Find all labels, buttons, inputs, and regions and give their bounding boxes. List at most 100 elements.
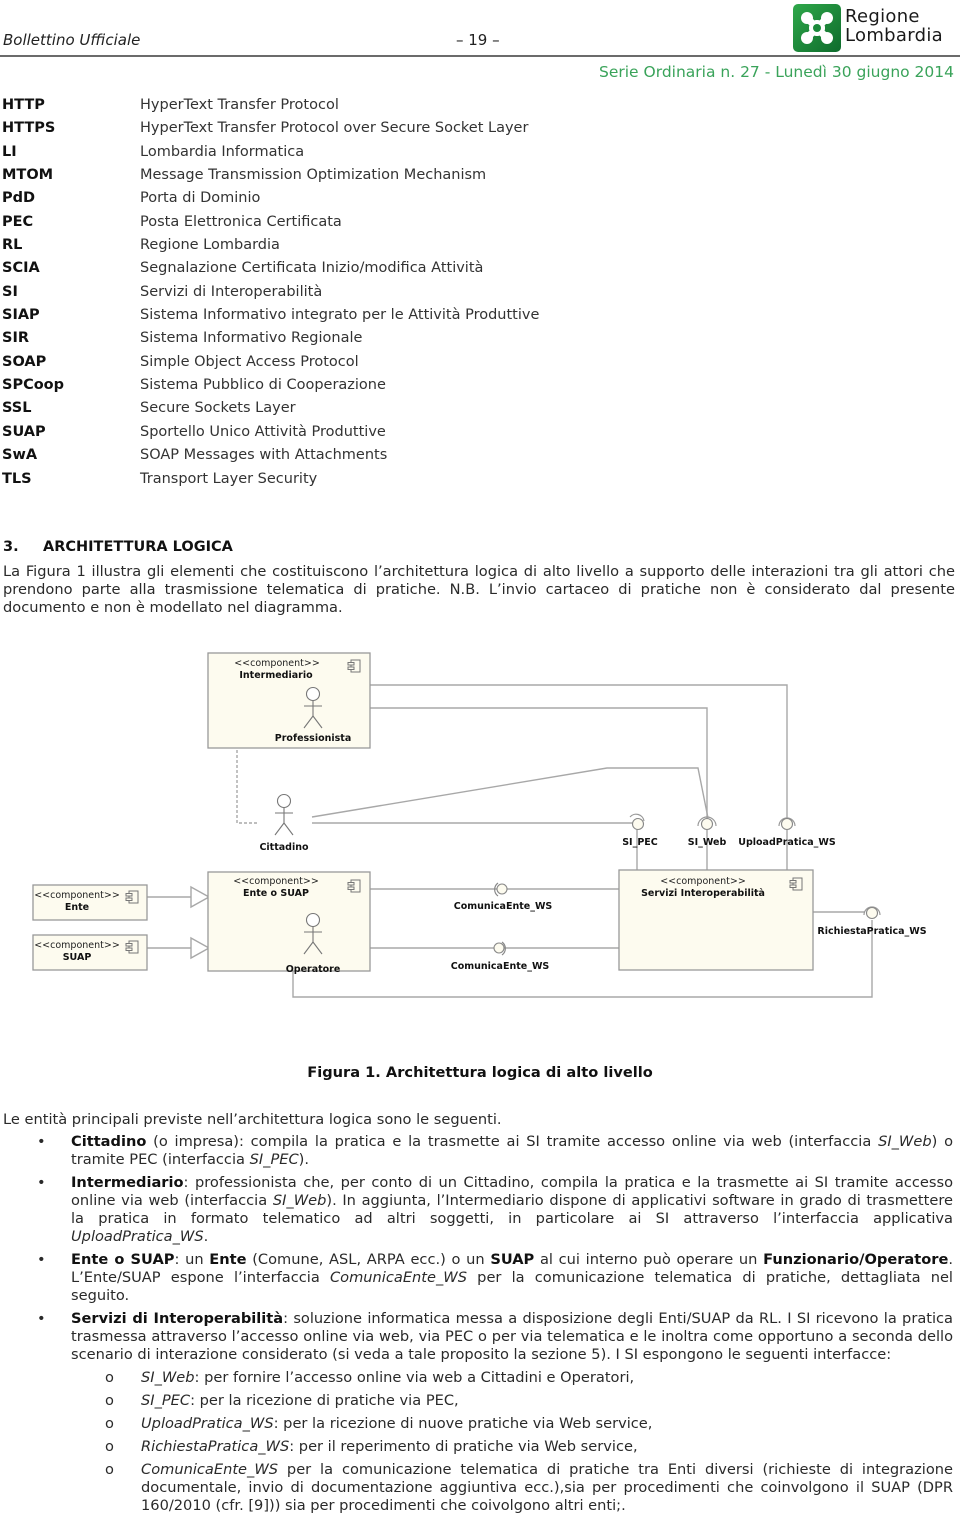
- abbreviation-row: SSL Secure Sockets Layer: [2, 398, 562, 421]
- figure-caption: Figura 1. Architettura logica di alto li…: [307, 1064, 653, 1081]
- svg-text:<<component>>: <<component>>: [660, 876, 746, 887]
- publication-title: Bollettino Ufficiale: [3, 31, 141, 49]
- actor-professionista: Professionista: [275, 733, 351, 744]
- svg-text:Ente: Ente: [65, 902, 89, 913]
- abbreviation-row: SI Servizi di Interoperabilità: [2, 282, 562, 305]
- series-info: Serie Ordinaria n. 27 - Lunedì 30 giugno…: [599, 63, 954, 81]
- circle-bullet-icon: o: [105, 1369, 114, 1386]
- abbreviation-definition: HyperText Transfer Protocol: [140, 97, 339, 113]
- abbreviation-row: TLS Transport Layer Security: [2, 469, 562, 492]
- logo-line-1: Regione: [845, 6, 920, 27]
- abbreviation-key: LI: [2, 143, 17, 160]
- abbreviation-row: SIR Sistema Informativo Regionale: [2, 328, 562, 351]
- abbreviation-row: HTTPS HyperText Transfer Protocol over Se…: [2, 118, 562, 141]
- abbreviation-key: MTOM: [2, 167, 54, 184]
- abbreviation-key: SCIA: [2, 260, 40, 277]
- abbreviation-definition: Lombardia Informatica: [140, 143, 305, 160]
- lombardy-rose-icon: [793, 4, 841, 52]
- abbreviation-row: HTTP HyperText Transfer Protocol: [2, 95, 562, 118]
- interface-si-pec[interactable]: SI_PEC: [622, 813, 658, 848]
- bullet-icon: •: [37, 1174, 46, 1191]
- abbreviation-list: HTTP HyperText Transfer Protocol HTTPS Hype…: [2, 95, 562, 492]
- abbreviation-definition: Message Transmission Optimization Mechan…: [140, 167, 487, 184]
- svg-text:Ente o SUAP: Ente o SUAP: [243, 888, 309, 899]
- header-divider: [0, 55, 960, 57]
- abbreviation-key: PEC: [2, 213, 34, 230]
- stereotype-label: <<component>>: [234, 658, 320, 669]
- sublist-item: o UploadPratica_WS: per la ricezione di n…: [105, 1415, 653, 1432]
- actor-icon: [274, 793, 294, 836]
- logo-line-2: Lombardia: [845, 25, 943, 46]
- abbreviation-key: SI: [2, 283, 18, 300]
- component-servizi-interoperabilita[interactable]: <<component>> Servizi Interoperabilità: [618, 869, 814, 971]
- sublist-item: o SI_Web: per fornire l’accesso online vi…: [105, 1369, 635, 1386]
- abbreviation-key: SSL: [2, 400, 32, 417]
- list-item-intermediario: • Intermediario: professionista che, per…: [37, 1174, 953, 1245]
- svg-text:<<component>>: <<component>>: [233, 876, 319, 887]
- abbreviation-definition: Sistema Informativo integrato per le Att…: [140, 307, 540, 324]
- abbreviation-row: SwA SOAP Messages with Attachments: [2, 445, 562, 468]
- section-title: ARCHITETTURA LOGICA: [43, 539, 233, 555]
- abbreviation-definition: Posta Elettronica Certificata: [140, 213, 342, 230]
- svg-text:Servizi Interoperabilità: Servizi Interoperabilità: [641, 888, 765, 899]
- section-heading: 3. ARCHITETTURA LOGICA: [3, 539, 233, 555]
- abbreviation-row: LI Lombardia Informatica: [2, 142, 562, 165]
- section-intro: La Figura 1 illustra gli elementi che co…: [3, 563, 955, 616]
- abbreviation-row: SUAP Sportello Unico Attività Produttive: [2, 422, 562, 445]
- page-number: – 19 –: [456, 31, 500, 49]
- abbreviation-key: PdD: [2, 190, 36, 207]
- bullet-icon: •: [37, 1310, 46, 1327]
- list-item-ente-o-suap: • Ente o SUAP: un Ente (Comune, ASL, ARP…: [37, 1251, 953, 1304]
- component-ente[interactable]: <<component>> Ente: [32, 884, 148, 921]
- abbreviation-key: SwA: [2, 447, 38, 464]
- abbreviation-definition: Regione Lombardia: [140, 237, 280, 254]
- interface-comunica-ente-required[interactable]: ComunicaEnte_WS: [451, 941, 550, 972]
- sublist-item: o ComunicaEnte_WS per la comunicazione te…: [105, 1461, 953, 1514]
- abbreviation-row: SCIA Segnalazione Certificata Inizio/modi…: [2, 258, 562, 281]
- abbreviation-definition: Sistema Pubblico di Cooperazione: [140, 377, 386, 394]
- svg-text:UploadPratica_WS: UploadPratica_WS: [738, 837, 836, 848]
- svg-text:SUAP: SUAP: [63, 952, 92, 963]
- generalization-arrow-icon: [190, 936, 211, 960]
- abbreviation-definition: Transport Layer Security: [140, 470, 318, 487]
- abbreviation-row: SIAP Sistema Informativo integrato per le…: [2, 305, 562, 328]
- bullet-icon: •: [37, 1133, 46, 1150]
- svg-text:ComunicaEnte_WS: ComunicaEnte_WS: [454, 901, 553, 912]
- svg-text:<<component>>: <<component>>: [34, 940, 120, 951]
- component-intermediario[interactable]: <<component>> Intermediario Professionis…: [207, 652, 371, 749]
- abbreviation-definition: Porta di Dominio: [140, 190, 261, 207]
- actor-operatore: Operatore: [286, 964, 341, 975]
- svg-text:SI_Web: SI_Web: [688, 837, 727, 848]
- abbreviation-definition: Simple Object Access Protocol: [140, 353, 359, 370]
- abbreviation-key: SIAP: [2, 307, 40, 324]
- interface-comunica-ente-provided[interactable]: ComunicaEnte_WS: [454, 882, 553, 912]
- abbreviation-key: SUAP: [2, 423, 46, 440]
- architecture-diagram: <<component>> Intermediario Professionis…: [0, 640, 960, 1040]
- interface-sublist: o SI_Web: per fornire l’accesso online vi…: [0, 1369, 960, 1515]
- abbreviation-definition: Sportello Unico Attività Produttive: [140, 423, 386, 440]
- component-ente-o-suap[interactable]: <<component>> Ente o SUAP Operatore: [207, 871, 371, 975]
- actor-cittadino: Cittadino: [259, 842, 309, 853]
- abbreviation-definition: Servizi di Interoperabilità: [140, 283, 323, 300]
- svg-text:RichiestaPratica_WS: RichiestaPratica_WS: [817, 926, 926, 937]
- svg-text:SI_PEC: SI_PEC: [622, 837, 658, 848]
- abbreviation-key: TLS: [2, 470, 32, 487]
- abbreviation-key: SIR: [2, 330, 30, 347]
- abbreviation-key: SOAP: [2, 353, 47, 370]
- circle-bullet-icon: o: [105, 1438, 114, 1455]
- circle-bullet-icon: o: [105, 1461, 114, 1478]
- abbreviation-key: HTTPS: [2, 120, 56, 137]
- component-suap[interactable]: <<component>> SUAP: [32, 934, 148, 971]
- component-name: Intermediario: [239, 670, 313, 681]
- abbreviation-key: RL: [2, 237, 23, 254]
- generalization-arrow-icon: [190, 885, 211, 909]
- abbreviation-definition: Sistema Informativo Regionale: [140, 330, 363, 347]
- actor-cittadino-group[interactable]: Cittadino: [259, 793, 309, 854]
- section-number: 3.: [3, 539, 19, 555]
- abbreviation-definition: SOAP Messages with Attachments: [140, 447, 388, 464]
- abbreviation-key: SPCoop: [2, 377, 65, 394]
- svg-text:ComunicaEnte_WS: ComunicaEnte_WS: [451, 961, 550, 972]
- abbreviation-row: RL Regione Lombardia: [2, 235, 562, 258]
- entity-list: • Cittadino (o impresa): compila la prat…: [0, 1133, 960, 1520]
- list-item-cittadino: • Cittadino (o impresa): compila la prat…: [37, 1133, 953, 1168]
